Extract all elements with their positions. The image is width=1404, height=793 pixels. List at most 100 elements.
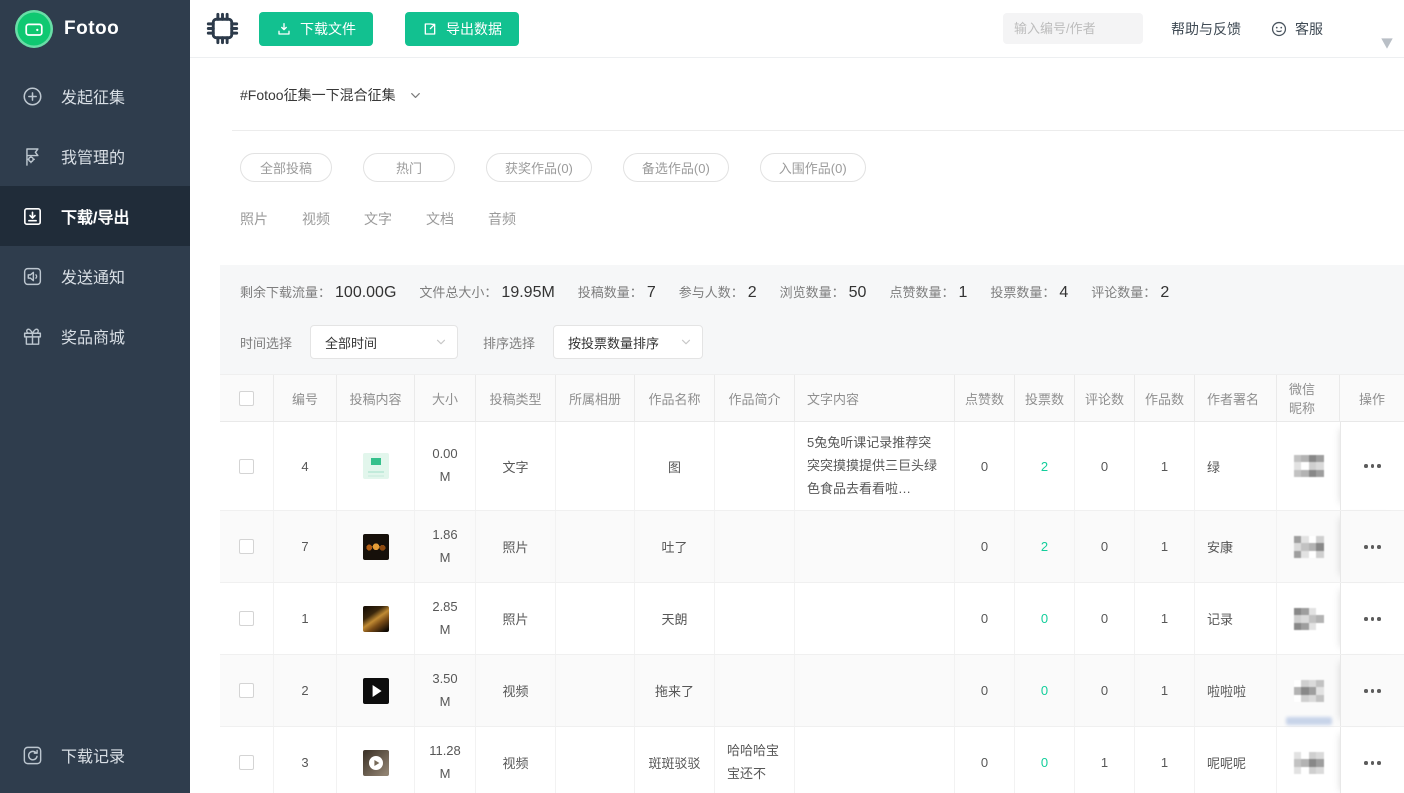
main-area: 下载文件 导出数据 帮助与反馈 客服 [190,0,1404,793]
cell-album [556,655,635,726]
filter-pill[interactable]: 热门 [363,153,455,182]
sidebar-item-download-history[interactable]: 下载记录 [0,725,190,785]
filter-pill[interactable]: 入围作品(0) [760,153,866,182]
cell-album [556,583,635,654]
submission-thumbnail[interactable] [363,606,389,632]
cell-type: 照片 [476,511,556,582]
cell-size: 11.28M [415,727,476,793]
cell-comments: 0 [1075,655,1135,726]
cell-intro [715,655,795,726]
cell-intro [715,422,795,510]
cell-votes[interactable]: 0 [1015,727,1075,793]
export-icon [422,21,438,37]
export-data-button[interactable]: 导出数据 [405,12,519,46]
selector-row: 时间选择 全部时间 排序选择 按投票数量排序 [240,325,1404,359]
type-tab[interactable]: 文档 [426,209,454,229]
cell-text-content [795,655,955,726]
stat-label: 参与人数： [679,282,744,301]
filter-pills: 全部投稿 热门 获奖作品(0) 备选作品(0) 入围作品(0) [240,153,1404,182]
play-icon [372,685,381,697]
table-header: 编号投稿内容大小投稿类型所属相册作品名称作品简介文字内容点赞数投票数评论数作品数… [220,374,1404,422]
select-all-cell [220,375,274,421]
row-actions-button[interactable] [1340,511,1404,582]
sort-select[interactable]: 按投票数量排序 [553,325,703,359]
help-feedback-link[interactable]: 帮助与反馈 [1171,19,1241,39]
stat-item: 剩余下载流量：100.00G [240,282,396,302]
cell-votes[interactable]: 0 [1015,583,1075,654]
stat-label: 剩余下载流量： [240,282,331,301]
cell-works: 1 [1135,583,1195,654]
type-tab[interactable]: 视频 [302,209,330,229]
type-tab[interactable]: 文字 [364,209,392,229]
submission-thumbnail[interactable] [363,678,389,704]
chevron-down-badge-icon [1378,36,1396,52]
sidebar-item-label: 发送通知 [61,264,125,288]
cell-votes[interactable]: 0 [1015,655,1075,726]
text-note-line [368,471,384,473]
cell-name: 图 [635,422,715,510]
time-select[interactable]: 全部时间 [310,325,458,359]
submission-thumbnail[interactable] [363,750,389,776]
type-tab[interactable]: 音频 [488,209,516,229]
row-checkbox[interactable] [239,755,254,770]
user-avatar[interactable] [1348,9,1388,49]
submission-thumbnail[interactable] [363,453,389,479]
row-actions-button[interactable] [1340,422,1404,510]
sidebar-menu: 发起征集我管理的下载/导出发送通知奖品商城 [0,66,190,366]
chip-icon [204,10,241,47]
cell-text-content [795,511,955,582]
row-actions-button[interactable] [1340,583,1404,654]
submissions-table: 编号投稿内容大小投稿类型所属相册作品名称作品简介文字内容点赞数投票数评论数作品数… [220,374,1404,793]
cell-name: 斑斑驳驳 [635,727,715,793]
cell-nickname [1277,655,1340,726]
row-checkbox[interactable] [239,539,254,554]
type-tab[interactable]: 照片 [240,209,268,229]
sidebar-item-我管理的[interactable]: 我管理的 [0,126,190,186]
sidebar-item-下载/导出[interactable]: 下载/导出 [0,186,190,246]
customer-support-link[interactable]: 客服 [1270,19,1323,39]
brand-logo[interactable]: Fotoo [0,0,190,58]
row-checkbox[interactable] [239,683,254,698]
speaker-icon [21,265,44,288]
ellipsis-icon [1364,761,1381,765]
stat-value: 7 [647,284,656,302]
row-checkbox[interactable] [239,459,254,474]
cell-size: 0.00M [415,422,476,510]
cell-votes[interactable]: 2 [1015,511,1075,582]
table-row: 311.28M视频斑斑驳驳哈哈哈宝宝还不0011呢呢呢 [220,727,1404,793]
page-title: #Fotoo征集一下混合征集 [240,85,396,105]
row-checkbox[interactable] [239,611,254,626]
download-files-button[interactable]: 下载文件 [259,12,373,46]
column-header: 投稿类型 [476,375,556,421]
sidebar-item-发起征集[interactable]: 发起征集 [0,66,190,126]
content-area: #Fotoo征集一下混合征集 全部投稿 热门 获奖作品(0) 备选作品(0) 入围作品(… [190,58,1404,793]
sidebar-item-奖品商城[interactable]: 奖品商城 [0,306,190,366]
play-icon [369,756,383,770]
row-actions-button[interactable] [1340,727,1404,793]
ellipsis-icon [1364,617,1381,621]
filter-pill[interactable]: 获奖作品(0) [486,153,592,182]
censored-nickname-mosaic [1294,455,1324,478]
select-all-checkbox[interactable] [239,391,254,406]
sidebar-item-发送通知[interactable]: 发送通知 [0,246,190,306]
cell-type: 视频 [476,727,556,793]
cell-votes[interactable]: 2 [1015,422,1075,510]
row-actions-button[interactable] [1340,655,1404,726]
sidebar-footer: 下载记录 [0,725,190,785]
search-input[interactable] [1003,13,1143,44]
cell-name: 吐了 [635,511,715,582]
size-value: 3.50M [432,668,457,714]
campaign-switcher[interactable]: #Fotoo征集一下混合征集 [240,85,422,105]
submission-thumbnail[interactable] [363,534,389,560]
cell-nickname [1277,422,1340,510]
cell-name: 拖来了 [635,655,715,726]
history-icon [21,744,44,767]
cell-thumbnail [337,583,415,654]
stat-label: 投稿数量： [578,282,643,301]
cell-comments: 0 [1075,511,1135,582]
filter-pill[interactable]: 备选作品(0) [623,153,729,182]
cell-nickname [1277,583,1340,654]
filter-pill[interactable]: 全部投稿 [240,153,332,182]
cell-size: 3.50M [415,655,476,726]
cell-comments: 0 [1075,422,1135,510]
